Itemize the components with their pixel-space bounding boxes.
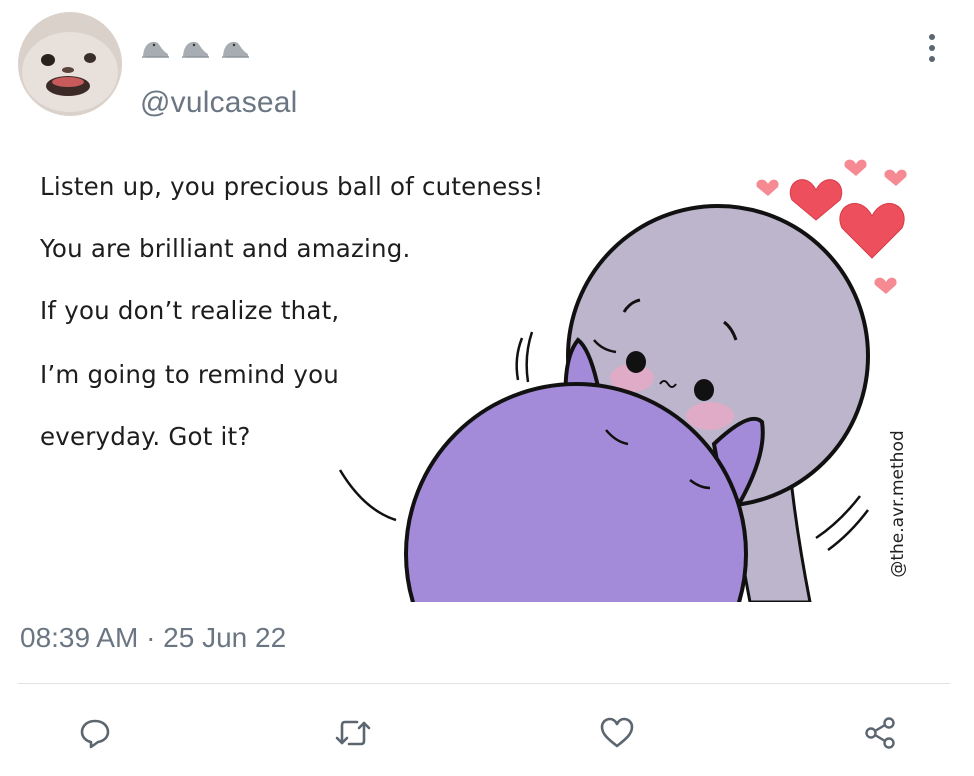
share-icon <box>865 717 895 749</box>
avatar[interactable] <box>18 12 122 116</box>
comic-text-line: Listen up, you precious ball of cuteness… <box>40 172 544 201</box>
tweet-image[interactable]: Listen up, you precious ball of cuteness… <box>20 130 950 602</box>
more-icon-dot <box>929 56 935 62</box>
share-button[interactable] <box>856 710 906 756</box>
seal-icon <box>140 36 170 60</box>
avatar-image <box>18 12 122 116</box>
more-icon-dot <box>929 45 935 51</box>
like-button[interactable] <box>592 710 642 756</box>
comic-text-line: You are brilliant and amazing. <box>40 234 411 263</box>
image-credit: @the.avr.method <box>888 430 908 578</box>
like-icon <box>600 717 634 748</box>
seal-icon <box>180 36 210 60</box>
retweet-button[interactable] <box>328 710 378 756</box>
divider <box>18 683 950 684</box>
display-name[interactable] <box>140 36 250 60</box>
comic-text-line: everyday. Got it? <box>40 422 251 451</box>
more-options-button[interactable] <box>914 26 950 70</box>
retweet-icon <box>335 720 371 746</box>
reply-button[interactable] <box>70 710 120 756</box>
user-handle[interactable]: @vulcaseal <box>140 86 298 120</box>
comic-text-line: If you don’t realize that, <box>40 296 340 325</box>
more-icon <box>929 34 935 40</box>
reply-icon <box>80 719 110 749</box>
tweet-timestamp[interactable]: 08:39 AM · 25 Jun 22 <box>20 622 286 654</box>
seal-icon <box>220 36 250 60</box>
comic-text-line: I’m going to remind you <box>40 360 340 389</box>
